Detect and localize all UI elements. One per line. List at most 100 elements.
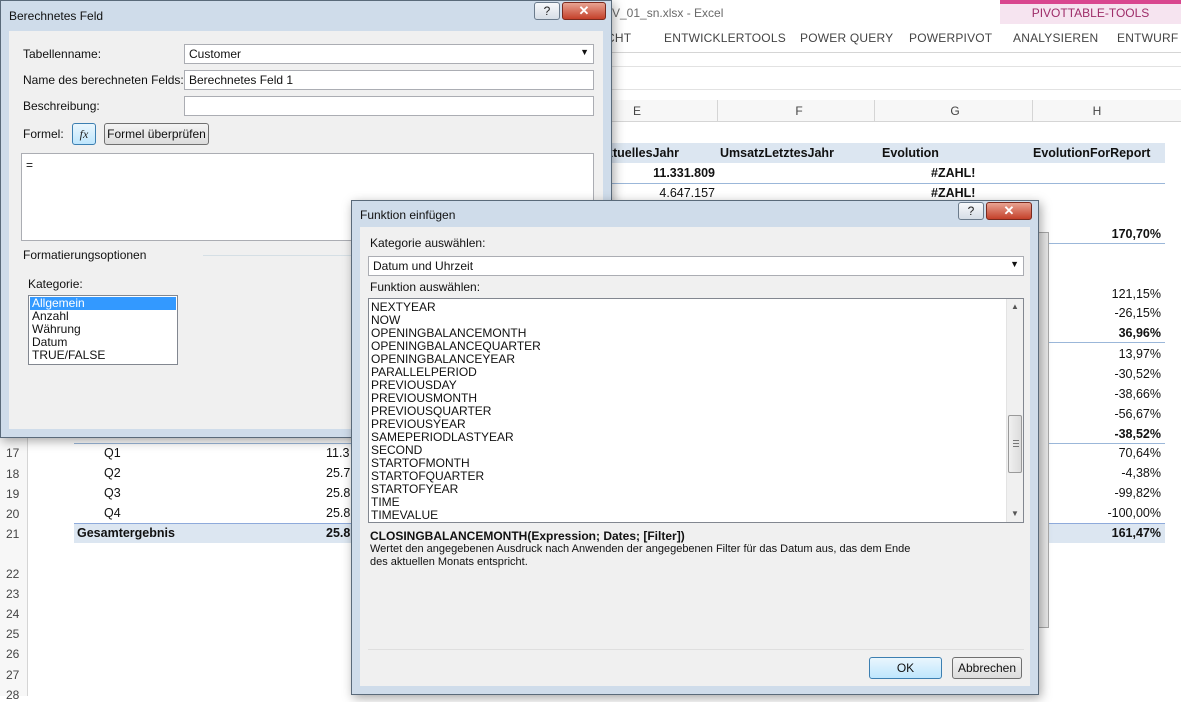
table-name-select[interactable]: Customer ▼ xyxy=(184,44,594,64)
row-number[interactable]: 17 xyxy=(0,446,28,460)
close-button[interactable]: ✕ xyxy=(986,202,1032,220)
category-select-label: Kategorie auswählen: xyxy=(370,236,486,250)
grip-line xyxy=(1013,446,1019,447)
description-label: Beschreibung: xyxy=(23,99,100,113)
field-name-label: Name des berechneten Felds: xyxy=(23,73,184,87)
function-item[interactable]: PREVIOUSQUARTER xyxy=(369,405,1023,418)
row-number[interactable]: 27 xyxy=(0,668,28,682)
cell-h-value[interactable]: -26,15% xyxy=(1040,306,1161,320)
dialog-frame-right xyxy=(1030,227,1038,694)
cell-h-value[interactable]: -38,66% xyxy=(1040,387,1161,401)
help-button[interactable]: ? xyxy=(958,202,984,220)
cell-h-value[interactable]: 70,64% xyxy=(1040,446,1161,460)
cell-h-value[interactable]: -38,52% xyxy=(1040,427,1161,441)
cell-g-value[interactable]: #ZAHL! xyxy=(931,186,975,200)
tab-entwicklertools[interactable]: ENTWICKLERTOOLS xyxy=(664,31,786,45)
row-number[interactable]: 24 xyxy=(0,607,28,621)
column-header-g[interactable]: G xyxy=(948,104,962,118)
field-name-input[interactable]: Berechnetes Feld 1 xyxy=(184,70,594,90)
cell-q3-value[interactable]: 25.8 xyxy=(326,486,350,500)
tab-entwurf[interactable]: ENTWURF xyxy=(1117,31,1178,45)
row-number[interactable]: 23 xyxy=(0,587,28,601)
chevron-down-icon: ▼ xyxy=(580,47,589,57)
grand-total-value[interactable]: 25.8 xyxy=(326,526,350,540)
function-item[interactable]: TIME xyxy=(369,496,1023,509)
close-button[interactable]: ✕ xyxy=(562,2,606,20)
function-item[interactable]: STARTOFQUARTER xyxy=(369,470,1023,483)
cell-h-value[interactable]: -56,67% xyxy=(1040,407,1161,421)
cell-h-value[interactable]: 121,15% xyxy=(1040,287,1161,301)
column-header-h[interactable]: H xyxy=(1090,104,1104,118)
header-aktuelles-jahr[interactable]: ktuellesJahr xyxy=(606,146,679,160)
row-label-q3[interactable]: Q3 xyxy=(104,486,121,500)
grip-line xyxy=(1013,443,1019,444)
dialog-title: Berechnetes Feld xyxy=(9,9,104,23)
help-button[interactable]: ? xyxy=(534,2,560,20)
category-item-true-false[interactable]: TRUE/FALSE xyxy=(30,349,176,362)
function-list[interactable]: NEXTYEAR NOW OPENINGBALANCEMONTH OPENING… xyxy=(368,298,1024,523)
ok-button[interactable]: OK xyxy=(869,657,942,679)
cell-h-value[interactable]: 161,47% xyxy=(1040,526,1161,540)
check-formula-button[interactable]: Formel überprüfen xyxy=(104,123,209,145)
tab-powerpivot[interactable]: POWERPIVOT xyxy=(909,31,992,45)
cell-q2-value[interactable]: 25.7 xyxy=(326,466,350,480)
category-select-value: Datum und Uhrzeit xyxy=(373,259,474,273)
header-evolution-for-report[interactable]: EvolutionForReport xyxy=(1033,146,1150,160)
function-item[interactable]: STARTOFYEAR xyxy=(369,483,1023,496)
formula-label: Formel: xyxy=(23,127,64,141)
fx-icon[interactable]: fx xyxy=(72,123,96,145)
tab-power-query[interactable]: POWER QUERY xyxy=(800,31,893,45)
function-item[interactable]: TIMEVALUE xyxy=(369,509,1023,522)
row-number[interactable]: 18 xyxy=(0,467,28,481)
function-item[interactable]: NEXTYEAR xyxy=(369,301,1023,314)
cell-q4-value[interactable]: 25.8 xyxy=(326,506,350,520)
chevron-down-icon: ▼ xyxy=(1010,259,1019,269)
row-label-q4[interactable]: Q4 xyxy=(104,506,121,520)
cell-q1-value[interactable]: 11.3 xyxy=(326,446,349,460)
dialog-frame-bottom xyxy=(352,686,1038,694)
row-number[interactable]: 28 xyxy=(0,688,28,702)
scroll-down-icon[interactable]: ▼ xyxy=(1007,506,1023,522)
row-number[interactable]: 21 xyxy=(0,527,28,541)
format-options-label: Formatierungsoptionen xyxy=(23,248,147,262)
insert-function-dialog: Funktion einfügen ? ✕ Kategorie auswähle… xyxy=(351,200,1039,695)
description-input[interactable] xyxy=(184,96,594,116)
column-header-e[interactable]: E xyxy=(630,104,644,118)
header-umsatz-letztes-jahr[interactable]: UmsatzLetztesJahr xyxy=(720,146,834,160)
row-label-q2[interactable]: Q2 xyxy=(104,466,121,480)
column-separator xyxy=(717,100,718,122)
row-number[interactable]: 20 xyxy=(0,507,28,521)
cell-e-value[interactable]: 4.647.157 xyxy=(600,186,715,200)
scroll-up-icon[interactable]: ▲ xyxy=(1007,299,1023,315)
row-number[interactable]: 22 xyxy=(0,567,28,581)
cell-h-value[interactable]: -99,82% xyxy=(1040,486,1161,500)
row-label-q1[interactable]: Q1 xyxy=(104,446,121,460)
row-number[interactable]: 19 xyxy=(0,487,28,501)
cell-h-value[interactable]: -100,00% xyxy=(1040,506,1161,520)
cell-h-value[interactable]: -4,38% xyxy=(1040,466,1161,480)
category-list[interactable]: Allgemein Anzahl Währung Datum TRUE/FALS… xyxy=(28,295,178,365)
scroll-thumb[interactable] xyxy=(1008,415,1022,473)
column-header-f[interactable]: F xyxy=(792,104,806,118)
column-separator xyxy=(874,100,875,122)
cell-h-value[interactable]: 170,70% xyxy=(1040,227,1161,241)
cell-e-value[interactable]: 11.331.809 xyxy=(600,166,715,180)
cell-h-value[interactable]: 36,96% xyxy=(1040,326,1161,340)
header-evolution[interactable]: Evolution xyxy=(882,146,939,160)
cancel-button[interactable]: Abbrechen xyxy=(952,657,1022,679)
file-title: V_01_sn.xlsx - Excel xyxy=(612,6,724,20)
cell-h-value[interactable]: -30,52% xyxy=(1040,367,1161,381)
row-number[interactable]: 26 xyxy=(0,647,28,661)
table-name-value: Customer xyxy=(189,47,242,61)
cell-h-value[interactable]: 13,97% xyxy=(1040,347,1161,361)
function-item[interactable]: PARALLELPERIOD xyxy=(369,366,1023,379)
row-number[interactable]: 25 xyxy=(0,627,28,641)
function-list-scrollbar[interactable]: ▲ ▼ xyxy=(1006,299,1023,522)
table-name-label: Tabellenname: xyxy=(23,47,102,61)
category-select[interactable]: Datum und Uhrzeit ▼ xyxy=(368,256,1024,276)
tab-analysieren[interactable]: ANALYSIEREN xyxy=(1013,31,1098,45)
function-item[interactable]: SAMEPERIODLASTYEAR xyxy=(369,431,1023,444)
category-label: Kategorie: xyxy=(28,277,83,291)
cell-g-value[interactable]: #ZAHL! xyxy=(931,166,975,180)
grand-total-label[interactable]: Gesamtergebnis xyxy=(77,526,175,540)
